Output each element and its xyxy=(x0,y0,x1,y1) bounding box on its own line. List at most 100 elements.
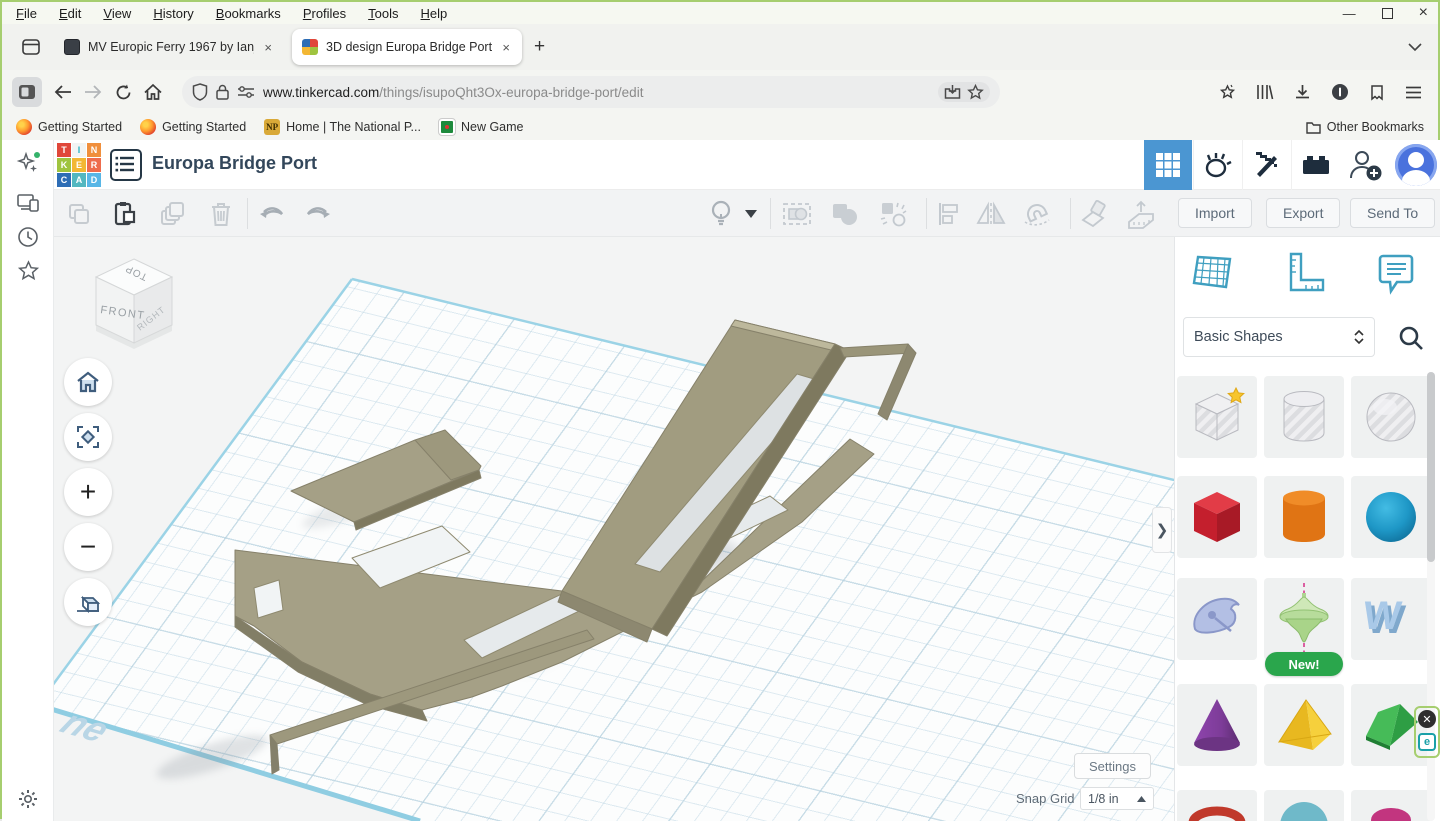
back-button[interactable] xyxy=(48,77,78,107)
mode-simlab-icon[interactable] xyxy=(1193,140,1241,190)
mode-minecraft-icon[interactable] xyxy=(1242,140,1290,190)
lock-icon[interactable] xyxy=(216,84,229,100)
shape-tile-cone[interactable] xyxy=(1177,684,1257,766)
shape-tile-hole-sphere[interactable] xyxy=(1351,376,1431,458)
menu-view[interactable]: View xyxy=(103,6,131,21)
downloads-icon[interactable] xyxy=(1294,84,1311,101)
bookmark-getting-started-1[interactable]: Getting Started xyxy=(16,119,122,135)
extension-e-icon[interactable]: e xyxy=(1418,733,1436,751)
tracking-shield-icon[interactable] xyxy=(192,83,208,101)
close-button[interactable]: × xyxy=(1419,4,1428,22)
add-collaborator-icon[interactable] xyxy=(1347,148,1383,182)
delete-icon[interactable] xyxy=(206,199,236,229)
bookmark-national-p[interactable]: NP Home | The National P... xyxy=(264,119,421,135)
url-text[interactable]: www.tinkercad.com/things/isupoQht3Ox-eur… xyxy=(263,85,930,100)
tab-tinkercad[interactable]: 3D design Europa Bridge Port - × xyxy=(292,29,522,65)
align-icon[interactable] xyxy=(934,199,964,229)
ai-chatbot-icon[interactable] xyxy=(15,150,41,176)
toggle-ruler-icon[interactable] xyxy=(1283,251,1327,295)
shape-tile-box[interactable] xyxy=(1177,476,1257,558)
firefox-view-icon[interactable] xyxy=(16,32,46,62)
search-shapes-button[interactable] xyxy=(1391,319,1431,357)
magnet-snap-icon[interactable] xyxy=(1022,199,1052,229)
save-page-icon[interactable] xyxy=(944,84,961,100)
minimize-button[interactable]: — xyxy=(1343,6,1356,21)
synced-tabs-icon[interactable] xyxy=(15,190,41,216)
maximize-button[interactable] xyxy=(1382,8,1393,19)
menu-help[interactable]: Help xyxy=(421,6,448,21)
shape-tile-partial-2[interactable] xyxy=(1264,790,1344,821)
redo-icon[interactable] xyxy=(304,199,334,229)
shape-tile-partial-1[interactable] xyxy=(1177,790,1257,821)
mirror-icon[interactable] xyxy=(976,199,1006,229)
home-view-button[interactable] xyxy=(64,358,112,406)
shape-tile-sphere[interactable] xyxy=(1351,476,1431,558)
export-button[interactable]: Export xyxy=(1266,198,1340,228)
zoom-in-button[interactable]: + xyxy=(64,468,112,516)
zoom-out-button[interactable]: − xyxy=(64,523,112,571)
permissions-toggles-icon[interactable] xyxy=(237,86,255,98)
ruler-tool-icon[interactable] xyxy=(1126,199,1156,229)
mode-3d-design-icon[interactable] xyxy=(1144,140,1192,190)
list-tabs-chevron-icon[interactable] xyxy=(1408,43,1422,51)
ungroup-icon[interactable] xyxy=(830,199,860,229)
pinned-star-icon[interactable] xyxy=(1219,84,1236,101)
settings-gear-icon[interactable] xyxy=(15,786,41,812)
show-all-icon[interactable] xyxy=(706,199,736,229)
group-icon[interactable] xyxy=(782,199,812,229)
tab-tinkercad-close-icon[interactable]: × xyxy=(500,40,512,55)
other-bookmarks[interactable]: Other Bookmarks xyxy=(1306,120,1424,134)
shape-tile-hole-box[interactable] xyxy=(1177,376,1257,458)
notes-icon[interactable] xyxy=(1373,251,1417,295)
new-tab-button[interactable]: + xyxy=(534,36,545,58)
account-icon[interactable] xyxy=(1331,83,1349,101)
paste-icon[interactable] xyxy=(110,199,140,229)
sidebar-toggle-icon[interactable] xyxy=(12,77,42,107)
bookmark-new-game[interactable]: New Game xyxy=(439,119,524,135)
home-button[interactable] xyxy=(138,77,168,107)
tinkercad-logo[interactable]: T I N K E R C A D xyxy=(57,143,101,187)
shape-tile-spinning-top[interactable] xyxy=(1264,578,1344,660)
undo-icon[interactable] xyxy=(256,199,286,229)
shape-tile-pyramid[interactable] xyxy=(1264,684,1344,766)
view-cube[interactable]: TOP FRONT RIGHT xyxy=(76,251,196,361)
overlay-close-icon[interactable]: ✕ xyxy=(1418,710,1436,728)
menu-history[interactable]: History xyxy=(153,6,193,21)
shape-tile-cylinder[interactable] xyxy=(1264,476,1344,558)
import-button[interactable]: Import xyxy=(1178,198,1252,228)
bookmarks-star-icon[interactable] xyxy=(15,258,41,284)
reload-button[interactable] xyxy=(108,77,138,107)
tab-ferry[interactable]: MV Europic Ferry 1967 by Ian_C × xyxy=(54,29,284,65)
url-bar[interactable]: www.tinkercad.com/things/isupoQht3Ox-eur… xyxy=(182,76,1000,108)
menu-profiles[interactable]: Profiles xyxy=(303,6,346,21)
menu-file[interactable]: File xyxy=(16,6,37,21)
copy-icon[interactable] xyxy=(64,199,94,229)
workplane-tool-icon[interactable] xyxy=(1078,199,1108,229)
avatar[interactable] xyxy=(1395,144,1437,186)
bookmark-getting-started-2[interactable]: Getting Started xyxy=(140,119,246,135)
history-clock-icon[interactable] xyxy=(15,224,41,250)
app-menu-icon[interactable] xyxy=(1405,86,1422,99)
menu-tools[interactable]: Tools xyxy=(368,6,398,21)
ungroup-all-icon[interactable] xyxy=(878,199,908,229)
shape-tile-partial-3[interactable] xyxy=(1351,790,1431,821)
forward-button[interactable] xyxy=(78,77,108,107)
shape-tile-text[interactable]: WW xyxy=(1351,578,1431,660)
design-menu-icon[interactable] xyxy=(110,149,142,181)
send-to-button[interactable]: Send To xyxy=(1350,198,1435,228)
bridge-model[interactable] xyxy=(235,320,916,774)
menu-bookmarks[interactable]: Bookmarks xyxy=(216,6,281,21)
panel-scrollbar-thumb[interactable] xyxy=(1427,372,1435,562)
mode-brick-icon[interactable] xyxy=(1291,140,1339,190)
menu-edit[interactable]: Edit xyxy=(59,6,81,21)
snap-grid-dropdown[interactable]: 1/8 in xyxy=(1080,787,1154,810)
bookmark-star-icon[interactable] xyxy=(967,84,984,100)
show-all-dropdown-icon[interactable] xyxy=(742,199,760,229)
perspective-toggle-button[interactable] xyxy=(64,578,112,626)
library-icon[interactable] xyxy=(1256,84,1274,100)
duplicate-icon[interactable] xyxy=(158,199,188,229)
fit-view-button[interactable] xyxy=(64,413,112,461)
shape-tile-scribble[interactable] xyxy=(1177,578,1257,660)
panel-collapse-handle[interactable]: ❯ xyxy=(1152,507,1172,553)
settings-button[interactable]: Settings xyxy=(1074,753,1151,779)
